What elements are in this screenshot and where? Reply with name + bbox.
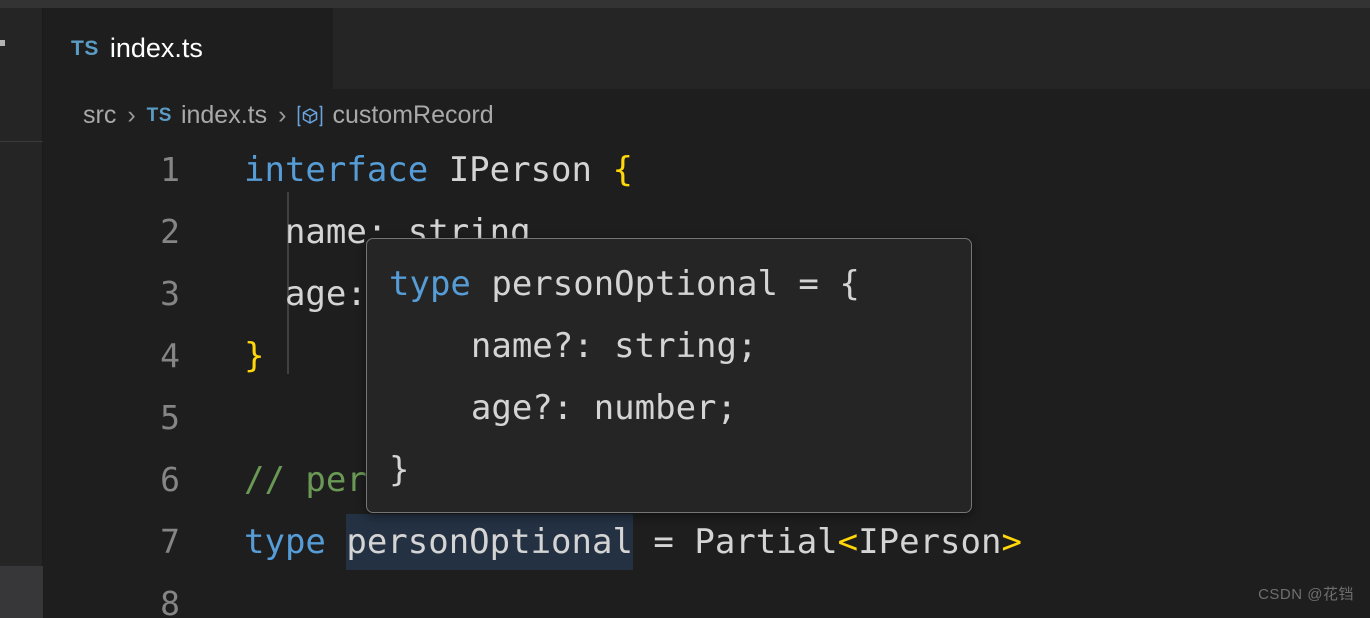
line-number: 2 — [160, 212, 180, 251]
hover-tooltip-line: name?: string; — [389, 315, 949, 377]
code-token: type — [244, 522, 347, 562]
breadcrumb-item-customRecord[interactable]: customRecord — [332, 103, 493, 128]
typescript-file-icon: TS — [146, 105, 172, 126]
code-token: < — [837, 522, 859, 562]
code-token: Partial — [694, 522, 838, 562]
line-number: 4 — [160, 336, 180, 375]
hover-token: name?: string; — [389, 326, 758, 366]
line-number: 5 — [160, 398, 180, 437]
code-line[interactable]: 1 interface IPerson { — [43, 142, 1370, 201]
hover-token: personOptional = { — [491, 264, 860, 304]
code-line[interactable]: 8 — [43, 573, 1370, 618]
activity-bar-sidebar[interactable] — [0, 0, 43, 618]
line-number: 7 — [160, 522, 180, 561]
title-bar-strip — [0, 0, 43, 8]
vscode-window: TS index.ts src › TS index.ts › customRe… — [0, 0, 1370, 618]
watermark: CSDN @花铛 — [1258, 586, 1354, 603]
breadcrumb-item-src[interactable]: src — [83, 103, 116, 128]
hover-tooltip-line: } — [389, 439, 949, 501]
hover-token: } — [389, 450, 410, 490]
editor-tab-index-ts[interactable]: TS index.ts — [43, 8, 333, 89]
code-line[interactable]: 7 type personOptional = Partial<IPerson> — [43, 511, 1370, 573]
code-token: = — [632, 522, 695, 562]
hover-tooltip-content: type personOptional = { name?: string; a… — [389, 253, 949, 501]
hover-tooltip: type personOptional = { name?: string; a… — [366, 238, 972, 513]
code-token: } — [244, 336, 265, 376]
code-token: { — [612, 150, 633, 190]
code-line-text[interactable]: } — [244, 325, 264, 387]
breadcrumb-item-index-ts[interactable]: index.ts — [181, 103, 267, 128]
hover-token: age?: number; — [389, 388, 737, 428]
breadcrumb[interactable]: src › TS index.ts › customRecord — [43, 89, 1370, 142]
code-token: interface — [244, 150, 449, 190]
editor-tab-label: index.ts — [109, 33, 203, 63]
symbol-type-icon — [297, 103, 323, 129]
sidebar-scroll-thumb[interactable] — [0, 566, 43, 618]
code-token: IPerson — [448, 150, 613, 190]
code-token: IPerson — [858, 522, 1002, 562]
title-bar — [43, 0, 1370, 8]
breadcrumb-separator: › — [278, 101, 287, 129]
code-token: > — [1001, 522, 1022, 562]
line-number: 3 — [160, 274, 180, 313]
code-line-text[interactable]: type personOptional = Partial<IPerson> — [244, 511, 1022, 573]
hover-tooltip-line: age?: number; — [389, 377, 949, 439]
line-number: 8 — [160, 584, 180, 618]
line-number: 6 — [160, 460, 180, 499]
code-line-text[interactable]: interface IPerson { — [244, 142, 633, 201]
line-number: 1 — [160, 150, 180, 189]
highlighted-symbol: personOptional — [346, 514, 633, 570]
typescript-file-icon: TS — [71, 37, 99, 60]
sidebar-indicator-dot — [0, 40, 5, 46]
hover-token: type — [389, 264, 492, 304]
hover-tooltip-line: type personOptional = { — [389, 253, 949, 315]
breadcrumb-separator: › — [127, 101, 136, 129]
sidebar-section-divider — [0, 141, 43, 142]
